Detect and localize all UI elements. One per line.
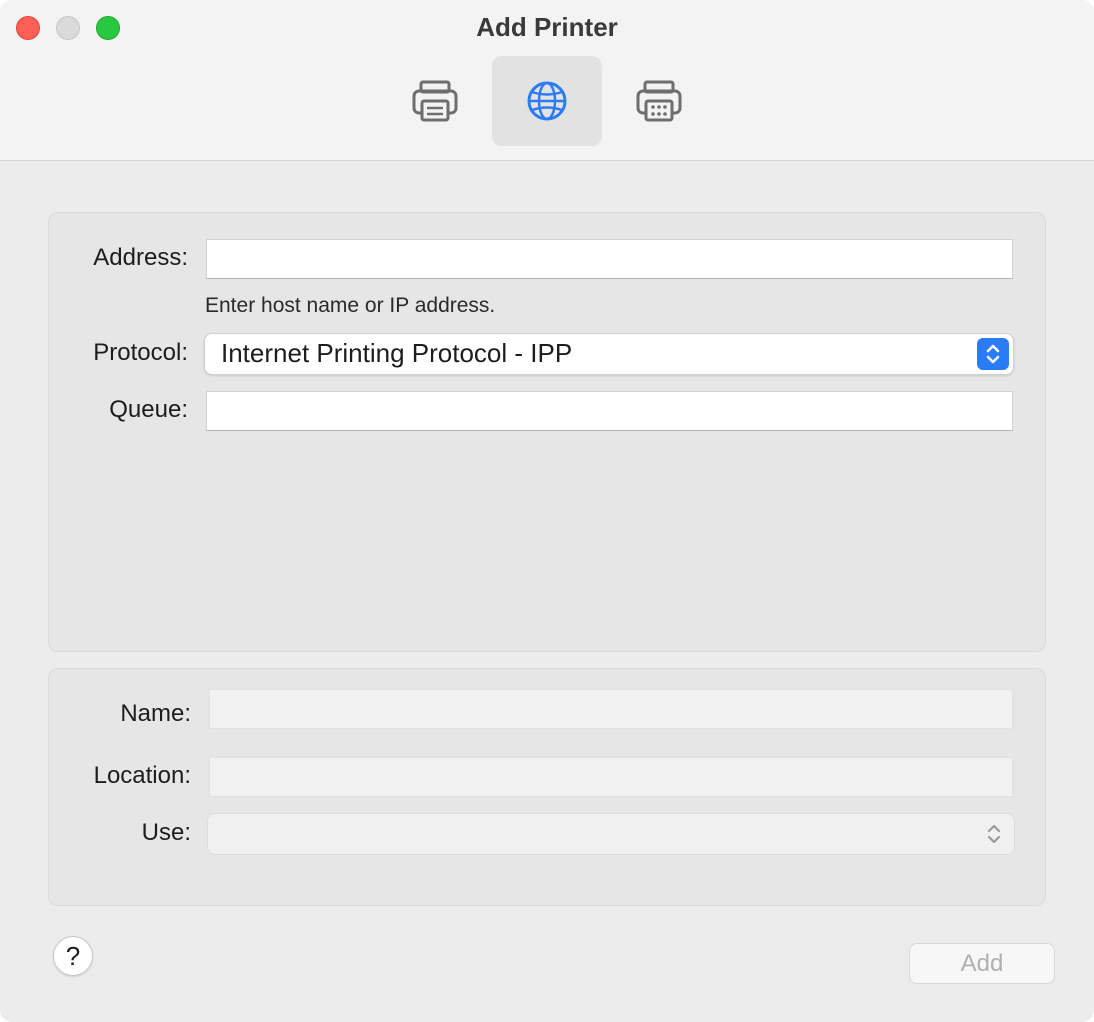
protocol-popup[interactable]: Internet Printing Protocol - IPP bbox=[204, 333, 1014, 375]
help-button[interactable]: ? bbox=[53, 936, 93, 976]
name-label: Name: bbox=[120, 700, 191, 727]
globe-icon bbox=[527, 81, 567, 121]
up-down-chevron-icon bbox=[987, 824, 1001, 844]
address-label: Address: bbox=[93, 244, 188, 271]
use-label: Use: bbox=[141, 819, 191, 846]
name-field[interactable] bbox=[209, 689, 1013, 729]
use-stepper[interactable] bbox=[980, 820, 1008, 848]
toolbar-ip-button[interactable] bbox=[492, 56, 602, 146]
protocol-label: Protocol: bbox=[93, 339, 188, 366]
location-label: Location: bbox=[93, 762, 191, 789]
toolbar-windows-button[interactable] bbox=[604, 56, 714, 146]
protocol-stepper[interactable] bbox=[977, 338, 1009, 370]
protocol-value: Internet Printing Protocol - IPP bbox=[221, 338, 573, 368]
toolbar-default-printers-button[interactable] bbox=[380, 56, 490, 146]
address-field[interactable] bbox=[206, 239, 1013, 279]
use-popup[interactable] bbox=[207, 813, 1015, 855]
queue-field[interactable] bbox=[206, 391, 1013, 431]
add-button[interactable]: Add bbox=[909, 943, 1055, 984]
window-toolbar: Add Printer bbox=[0, 0, 1094, 161]
fax-printer-icon bbox=[636, 80, 682, 122]
location-field[interactable] bbox=[209, 757, 1013, 797]
window-title: Add Printer bbox=[476, 12, 618, 42]
printer-icon bbox=[412, 80, 458, 122]
add-printer-window: Add Printer Address: Enter host name or … bbox=[0, 0, 1094, 1022]
up-down-chevron-icon bbox=[986, 344, 1000, 364]
queue-label: Queue: bbox=[109, 396, 188, 423]
address-hint: Enter host name or IP address. bbox=[205, 294, 496, 317]
